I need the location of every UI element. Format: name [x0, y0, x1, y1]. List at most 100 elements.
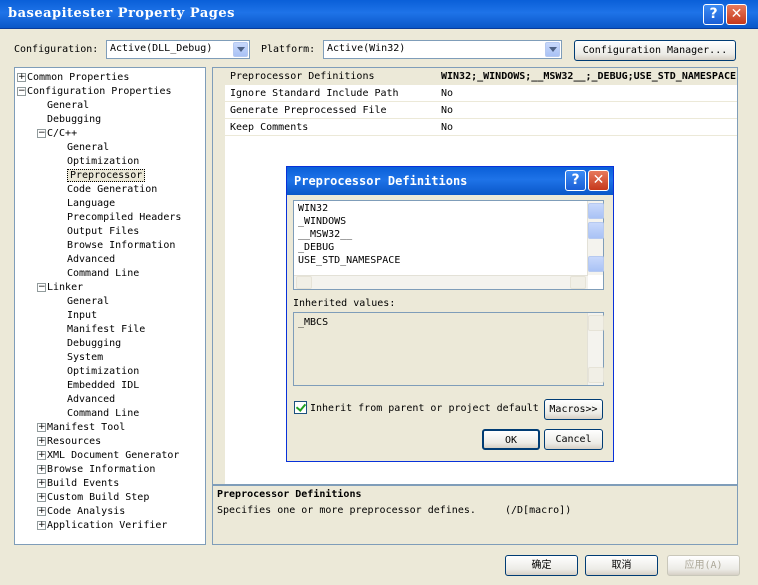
expand-icon[interactable]: + [37, 507, 46, 516]
tree-item[interactable]: Language [67, 197, 115, 211]
property-value[interactable]: No [441, 88, 737, 99]
scroll-left-icon[interactable] [296, 276, 312, 289]
tree-item[interactable]: Optimization [67, 365, 139, 379]
tree-item[interactable]: + XML Document Generator [37, 449, 180, 463]
expand-icon[interactable]: + [37, 493, 46, 502]
tree-item[interactable]: Debugging [67, 337, 121, 351]
tree-item[interactable]: + Manifest Tool [37, 421, 126, 435]
scroll-up-icon[interactable] [588, 203, 604, 219]
tree-item[interactable]: Output Files [67, 225, 139, 239]
definitions-textarea[interactable]: WIN32 _WINDOWS __MSW32__ _DEBUG USE_STD_NAME… [293, 200, 604, 290]
property-value[interactable]: WIN32;_WINDOWS;__MSW32__;_DEBUG;USE_STD_… [441, 71, 737, 82]
inherit-checkbox[interactable] [294, 401, 307, 414]
title-bar[interactable]: baseapitester Property Pages ? ✕ [0, 0, 758, 29]
dialog-ok-button[interactable]: OK [482, 429, 540, 450]
apply-button[interactable]: 应用(A) [667, 555, 740, 576]
tree-item-label: Precompiled Headers [67, 212, 182, 223]
collapse-icon[interactable]: − [17, 87, 26, 96]
tree-item[interactable]: + Custom Build Step [37, 491, 149, 505]
collapse-icon[interactable]: − [37, 283, 46, 292]
vertical-scrollbar[interactable] [587, 313, 604, 385]
tree-item-label: Browse Information [67, 240, 176, 251]
window-title: baseapitester Property Pages [8, 6, 235, 21]
tree-item[interactable]: + Code Analysis [37, 505, 125, 519]
definition-line: __MSW32__ [298, 229, 353, 240]
property-row[interactable]: Ignore Standard Include Path No [213, 85, 737, 102]
tree-item[interactable]: Embedded IDL [67, 379, 139, 393]
scroll-thumb[interactable] [588, 222, 604, 239]
collapse-icon[interactable]: − [37, 129, 46, 138]
expand-icon[interactable]: + [37, 479, 46, 488]
tree-item-label: XML Document Generator [47, 450, 180, 461]
tree-item-label: C/C++ [47, 128, 78, 139]
scroll-down-icon[interactable] [588, 256, 604, 272]
configuration-manager-button[interactable]: Configuration Manager... [574, 40, 736, 61]
expand-icon[interactable]: + [17, 73, 26, 82]
tree-item-label: Preprocessor [67, 169, 146, 182]
chevron-down-icon[interactable] [545, 42, 560, 57]
tree-item[interactable]: Precompiled Headers [67, 211, 181, 225]
tree-item[interactable]: − Configuration Properties [17, 85, 172, 99]
tree-item[interactable]: + Common Properties [17, 71, 129, 85]
tree-item[interactable]: Browse Information [67, 239, 175, 253]
expand-icon[interactable]: + [37, 437, 46, 446]
property-row[interactable]: Preprocessor Definitions WIN32;_WINDOWS;_… [213, 68, 737, 85]
tree-item-label: General [47, 100, 90, 111]
close-icon[interactable]: ✕ [726, 4, 747, 25]
horizontal-scrollbar[interactable] [294, 275, 588, 289]
dialog-title-bar[interactable]: Preprocessor Definitions ? ✕ [287, 167, 613, 195]
expand-icon[interactable]: + [37, 451, 46, 460]
scroll-right-icon[interactable] [570, 276, 586, 289]
tree-item[interactable]: + Resources [37, 435, 101, 449]
configuration-select[interactable]: Active(DLL_Debug) [106, 40, 250, 59]
tree-item[interactable]: + Browse Information [37, 463, 155, 477]
ok-button[interactable]: 确定 [505, 555, 578, 576]
vertical-scrollbar[interactable] [587, 201, 604, 275]
tree-item-label: Optimization [67, 366, 140, 377]
tree-item-label: Manifest Tool [47, 422, 126, 433]
expand-icon[interactable]: + [37, 423, 46, 432]
inherited-values-box: _MBCS [293, 312, 604, 386]
tree-item[interactable]: − C/C++ [37, 127, 78, 141]
expand-icon[interactable]: + [37, 521, 46, 530]
tree-item[interactable]: System [67, 351, 103, 365]
tree-item[interactable]: Debugging [47, 113, 101, 127]
tree-item-label: Configuration Properties [27, 86, 172, 97]
tree-item[interactable]: Preprocessor [67, 169, 146, 183]
tree-item-label: General [67, 296, 110, 307]
platform-value: Active(Win32) [327, 43, 406, 54]
property-row[interactable]: Generate Preprocessed File No [213, 102, 737, 119]
tree-item[interactable]: General [47, 99, 89, 113]
tree-item[interactable]: Command Line [67, 267, 139, 281]
tree-item[interactable]: − Linker [37, 281, 83, 295]
tree-item[interactable]: Code Generation [67, 183, 157, 197]
scroll-down-icon[interactable] [588, 367, 604, 383]
tree-item[interactable]: Manifest File [67, 323, 145, 337]
tree-item[interactable]: Advanced [67, 393, 115, 407]
tree-item[interactable]: Command Line [67, 407, 139, 421]
macros-button[interactable]: Macros>> [544, 399, 603, 420]
property-row[interactable]: Keep Comments No [213, 119, 737, 136]
tree-item[interactable]: Advanced [67, 253, 115, 267]
tree-item[interactable]: + Application Verifier [37, 519, 168, 533]
tree-item[interactable]: General [67, 141, 109, 155]
platform-select[interactable]: Active(Win32) [323, 40, 562, 59]
tree-item[interactable]: + Build Events [37, 477, 119, 491]
scroll-up-icon[interactable] [588, 315, 604, 331]
tree-item[interactable]: General [67, 295, 109, 309]
property-value[interactable]: No [441, 105, 737, 116]
expand-icon[interactable]: + [37, 465, 46, 474]
dialog-cancel-button[interactable]: Cancel [544, 429, 603, 450]
chevron-down-icon[interactable] [233, 42, 248, 57]
close-icon[interactable]: ✕ [588, 170, 609, 191]
cancel-button[interactable]: 取消 [585, 555, 658, 576]
property-tree[interactable]: + Common Properties − Configuration Propert… [14, 67, 206, 545]
help-icon[interactable]: ? [565, 170, 586, 191]
tree-item-label: System [67, 352, 104, 363]
description-panel: Preprocessor Definitions Specifies one o… [212, 485, 738, 545]
tree-item[interactable]: Optimization [67, 155, 139, 169]
tree-item[interactable]: Input [67, 309, 97, 323]
tree-item-label: Application Verifier [47, 520, 168, 531]
property-value[interactable]: No [441, 122, 737, 133]
help-icon[interactable]: ? [703, 4, 724, 25]
